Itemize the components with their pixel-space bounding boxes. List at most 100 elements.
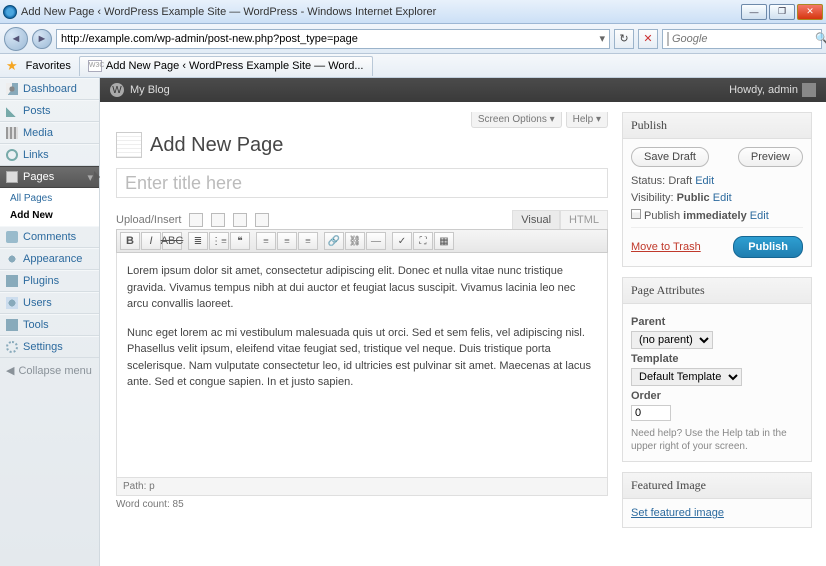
- publish-box-title: Publish: [623, 113, 811, 139]
- avatar-icon[interactable]: [802, 83, 816, 97]
- move-to-trash-link[interactable]: Move to Trash: [631, 241, 701, 253]
- browser-navbar: ◄ ► ▾ ↻ ✕ 🔍: [0, 24, 826, 54]
- order-input[interactable]: [631, 405, 671, 421]
- page-heading-icon: [116, 132, 142, 158]
- parent-select[interactable]: (no parent): [631, 331, 713, 349]
- add-media-icon[interactable]: [255, 213, 269, 227]
- sidebar-item-links[interactable]: Links: [0, 144, 99, 166]
- collapse-menu[interactable]: ◀Collapse menu: [0, 358, 99, 383]
- admin-sidebar: Dashboard Posts Media Links Pages▾ All P…: [0, 78, 100, 566]
- sidebar-item-tools[interactable]: Tools: [0, 314, 99, 336]
- number-list-button[interactable]: ⋮≡: [209, 232, 229, 250]
- sidebar-item-comments[interactable]: Comments: [0, 226, 99, 248]
- sidebar-item-posts[interactable]: Posts: [0, 100, 99, 122]
- stop-button[interactable]: ✕: [638, 29, 658, 49]
- url-dropdown-icon[interactable]: ▾: [599, 32, 605, 45]
- favorites-label[interactable]: Favorites: [26, 60, 71, 72]
- help-tab[interactable]: Help ▾: [566, 112, 608, 128]
- wordpress-logo-icon[interactable]: W: [110, 83, 124, 97]
- word-count: Word count: 85: [116, 496, 608, 513]
- fullscreen-button[interactable]: ⛶: [413, 232, 433, 250]
- minimize-button[interactable]: —: [741, 4, 767, 20]
- editor-paragraph: Lorem ipsum dolor sit amet, consectetur …: [127, 263, 597, 313]
- add-video-icon[interactable]: [211, 213, 225, 227]
- editor-path: Path: p: [116, 478, 608, 496]
- unlink-button[interactable]: ⛓: [345, 232, 365, 250]
- howdy-text[interactable]: Howdy, admin: [729, 84, 798, 96]
- url-input[interactable]: [61, 33, 595, 45]
- attributes-box-title: Page Attributes: [623, 278, 811, 304]
- sidebar-item-users[interactable]: Users: [0, 292, 99, 314]
- bold-button[interactable]: B: [120, 232, 140, 250]
- pages-submenu: All Pages Add New: [0, 188, 99, 226]
- forward-button[interactable]: ►: [32, 29, 52, 49]
- order-label: Order: [631, 390, 803, 402]
- editor-toolbar: B I ABC ≣ ⋮≡ ❝ ≡ ≡ ≡ 🔗 ⛓ — ✓: [116, 229, 608, 253]
- ie-icon: [3, 5, 17, 19]
- kitchensink-button[interactable]: ▦: [434, 232, 454, 250]
- featured-image-title: Featured Image: [623, 473, 811, 499]
- template-label: Template: [631, 353, 803, 365]
- sidebar-item-pages[interactable]: Pages▾: [0, 166, 99, 188]
- attributes-help-text: Need help? Use the Help tab in the upper…: [631, 427, 803, 453]
- more-button[interactable]: —: [366, 232, 386, 250]
- featured-image-box: Featured Image Set featured image: [622, 472, 812, 528]
- page-attributes-box: Page Attributes Parent (no parent) Templ…: [622, 277, 812, 462]
- preview-button[interactable]: Preview: [738, 147, 803, 167]
- screen-options-tab[interactable]: Screen Options ▾: [471, 112, 562, 128]
- align-center-button[interactable]: ≡: [277, 232, 297, 250]
- back-button[interactable]: ◄: [4, 27, 28, 51]
- upload-label: Upload/Insert: [116, 214, 181, 226]
- edit-schedule-link[interactable]: Edit: [750, 210, 769, 222]
- sidebar-item-media[interactable]: Media: [0, 122, 99, 144]
- users-icon: [6, 297, 18, 309]
- link-button[interactable]: 🔗: [324, 232, 344, 250]
- publish-box: Publish Save Draft Preview Status: Draft…: [622, 112, 812, 267]
- site-name[interactable]: My Blog: [130, 84, 170, 96]
- content-editor[interactable]: Lorem ipsum dolor sit amet, consectetur …: [116, 253, 608, 478]
- sidebar-item-dashboard[interactable]: Dashboard: [0, 78, 99, 100]
- window-titlebar: Add New Page ‹ WordPress Example Site — …: [0, 0, 826, 24]
- submenu-add-new[interactable]: Add New: [0, 207, 99, 224]
- add-audio-icon[interactable]: [233, 213, 247, 227]
- parent-label: Parent: [631, 316, 803, 328]
- edit-status-link[interactable]: Edit: [695, 175, 714, 187]
- favorites-bar: ★ Favorites W3C Add New Page ‹ WordPress…: [0, 54, 826, 78]
- set-featured-image-link[interactable]: Set featured image: [631, 507, 724, 519]
- blockquote-button[interactable]: ❝: [230, 232, 250, 250]
- editor-paragraph: Nunc eget lorem ac mi vestibulum malesua…: [127, 325, 597, 391]
- html-tab[interactable]: HTML: [560, 210, 608, 229]
- submenu-all-pages[interactable]: All Pages: [0, 190, 99, 207]
- page-icon: W3C: [88, 60, 102, 72]
- search-input[interactable]: [672, 33, 815, 45]
- edit-visibility-link[interactable]: Edit: [713, 192, 732, 204]
- refresh-button[interactable]: ↻: [614, 29, 634, 49]
- italic-button[interactable]: I: [141, 232, 161, 250]
- window-title: Add New Page ‹ WordPress Example Site — …: [21, 6, 741, 18]
- align-right-button[interactable]: ≡: [298, 232, 318, 250]
- star-icon[interactable]: ★: [6, 58, 18, 74]
- sidebar-item-plugins[interactable]: Plugins: [0, 270, 99, 292]
- close-button[interactable]: ✕: [797, 4, 823, 20]
- template-select[interactable]: Default Template: [631, 368, 742, 386]
- spellcheck-button[interactable]: ✓: [392, 232, 412, 250]
- search-box[interactable]: 🔍: [662, 29, 822, 49]
- title-input[interactable]: [116, 168, 608, 198]
- sidebar-item-appearance[interactable]: Appearance: [0, 248, 99, 270]
- search-icon[interactable]: 🔍: [815, 32, 826, 45]
- address-bar[interactable]: ▾: [56, 29, 610, 49]
- sidebar-item-settings[interactable]: Settings: [0, 336, 99, 358]
- pin-icon: [6, 105, 18, 117]
- maximize-button[interactable]: ❐: [769, 4, 795, 20]
- media-icon: [6, 127, 18, 139]
- align-left-button[interactable]: ≡: [256, 232, 276, 250]
- add-image-icon[interactable]: [189, 213, 203, 227]
- save-draft-button[interactable]: Save Draft: [631, 147, 709, 167]
- bullet-list-button[interactable]: ≣: [188, 232, 208, 250]
- strike-button[interactable]: ABC: [162, 232, 182, 250]
- publish-button[interactable]: Publish: [733, 236, 803, 258]
- tools-icon: [6, 319, 18, 331]
- appearance-icon: [6, 253, 18, 265]
- visual-tab[interactable]: Visual: [512, 210, 560, 229]
- browser-tab[interactable]: W3C Add New Page ‹ WordPress Example Sit…: [79, 56, 373, 76]
